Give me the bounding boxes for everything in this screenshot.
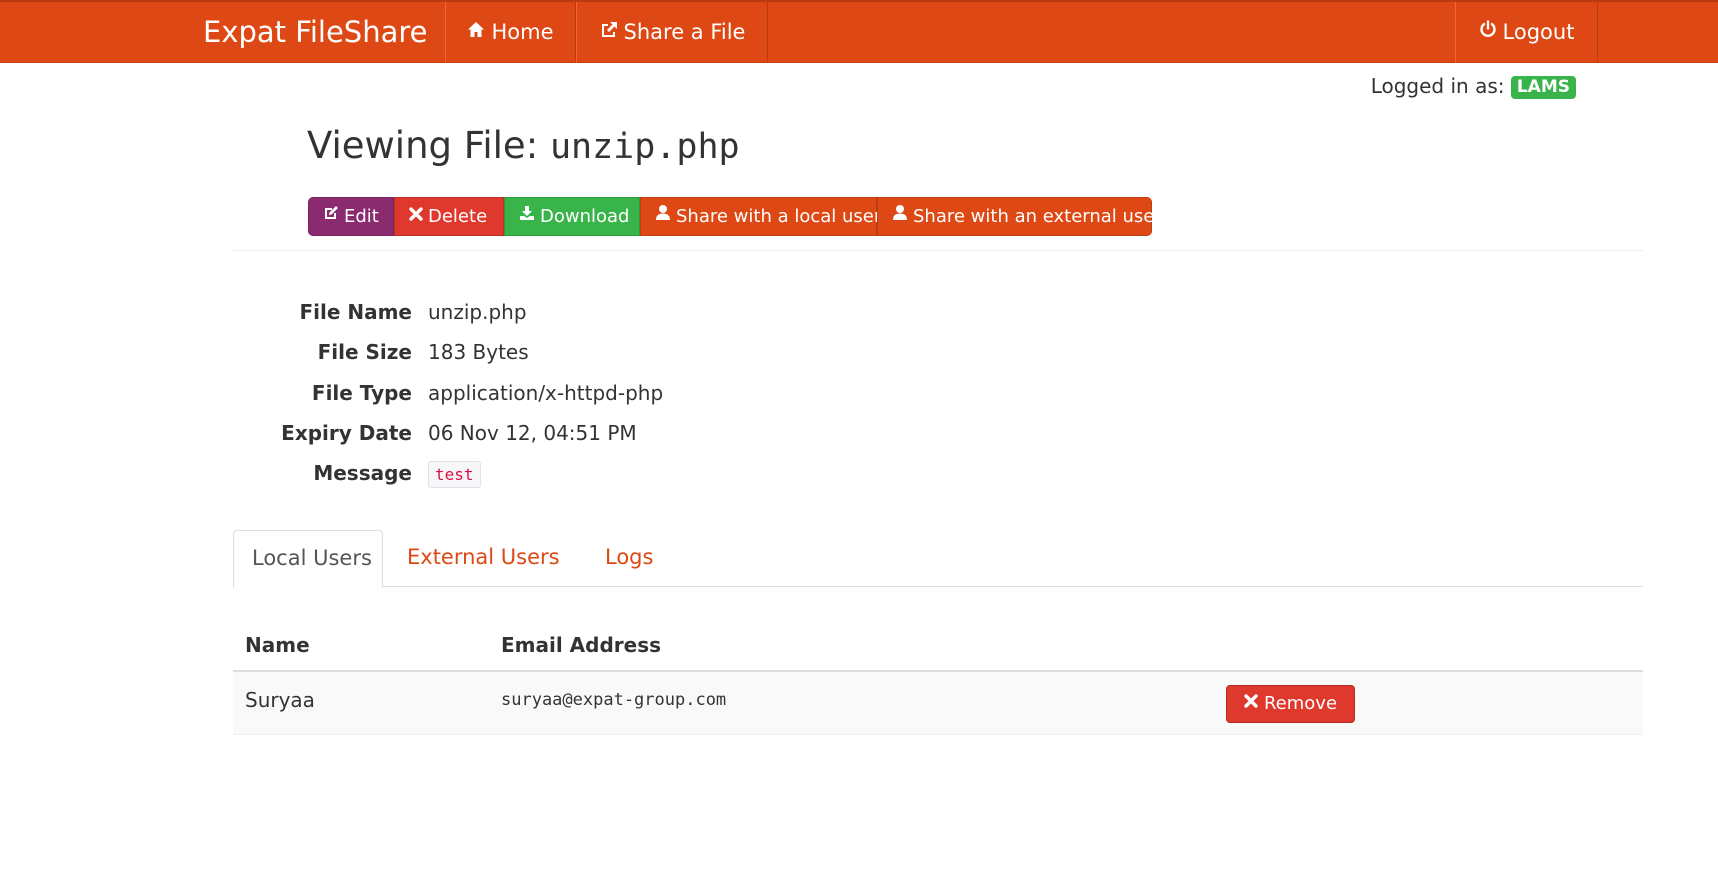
message-code: test (428, 461, 481, 488)
edit-label: Edit (344, 206, 379, 227)
detail-value: 183 Bytes (428, 340, 529, 364)
detail-file-name: File Name unzip.php (233, 300, 1033, 330)
divider (233, 250, 1643, 251)
brand-link[interactable]: Expat FileShare (203, 2, 427, 63)
page-title-filename: unzip.php (549, 127, 740, 167)
user-name-cell: Suryaa (245, 688, 315, 712)
detail-value: 06 Nov 12, 04:51 PM (428, 421, 637, 445)
remove-user-button[interactable]: Remove (1226, 685, 1355, 723)
download-button[interactable]: Download (504, 197, 640, 236)
table-row: Suryaa suryaa@expat-group.com Remove (233, 672, 1643, 735)
detail-value: unzip.php (428, 300, 527, 324)
nav-logout[interactable]: Logout (1455, 2, 1598, 63)
detail-expiry-date: Expiry Date 06 Nov 12, 04:51 PM (233, 421, 1033, 451)
detail-label: File Size (317, 340, 412, 364)
tab-local-users[interactable]: Local Users (233, 530, 383, 588)
user-email-cell: suryaa@expat-group.com (501, 690, 727, 710)
username-badge: LAMS (1510, 76, 1576, 99)
share-external-user-button[interactable]: Share with an external user (877, 197, 1152, 236)
user-icon (655, 197, 671, 234)
user-tabs: Local Users External Users Logs (233, 530, 1643, 588)
tab-logs[interactable]: Logs (587, 530, 671, 587)
share-local-user-button[interactable]: Share with a local user (640, 197, 881, 236)
nav-home[interactable]: Home (445, 2, 576, 63)
nav-logout-label: Logout (1502, 20, 1575, 44)
nav-home-label: Home (491, 20, 554, 44)
share-local-label: Share with a local user (676, 206, 882, 227)
detail-label: Message (313, 461, 412, 485)
nav-share-file[interactable]: Share a File (576, 2, 768, 63)
page-title: Viewing File: unzip.php (307, 124, 740, 167)
share-external-label: Share with an external user (913, 206, 1152, 227)
detail-label: Expiry Date (281, 421, 412, 445)
edit-icon (323, 197, 339, 234)
column-header-email: Email Address (501, 633, 662, 657)
navbar: Expat FileShare Home Share a File Logout (0, 0, 1718, 63)
download-label: Download (540, 206, 630, 227)
detail-label: File Name (299, 300, 412, 324)
logged-in-label: Logged in as: (1370, 74, 1505, 98)
share-icon (599, 1, 618, 62)
detail-label: File Type (311, 381, 412, 405)
page-title-prefix: Viewing File: (307, 124, 539, 167)
logged-in-info: Logged in as: LAMS (1371, 74, 1576, 99)
user-icon (892, 197, 908, 234)
local-users-table: Name Email Address Suryaa suryaa@expat-g… (233, 620, 1643, 735)
column-header-name: Name (245, 633, 310, 657)
edit-button[interactable]: Edit (308, 197, 394, 236)
detail-file-size: File Size 183 Bytes (233, 340, 1033, 370)
tab-external-users[interactable]: External Users (389, 530, 578, 587)
download-icon (519, 197, 535, 234)
file-actions: Edit Delete Download Share with a local … (308, 197, 1152, 236)
detail-value-wrapper: test (428, 461, 481, 488)
remove-label: Remove (1263, 693, 1338, 714)
close-icon (1244, 685, 1258, 721)
close-icon (409, 197, 423, 234)
power-icon (1479, 1, 1497, 62)
delete-label: Delete (428, 206, 488, 227)
nav-share-label: Share a File (623, 20, 746, 44)
home-icon (467, 1, 485, 62)
delete-button[interactable]: Delete (394, 197, 504, 236)
detail-message: Message test (233, 461, 1033, 491)
detail-file-type: File Type application/x-httpd-php (233, 381, 1033, 411)
table-header: Name Email Address (233, 620, 1643, 672)
detail-value: application/x-httpd-php (428, 381, 664, 405)
